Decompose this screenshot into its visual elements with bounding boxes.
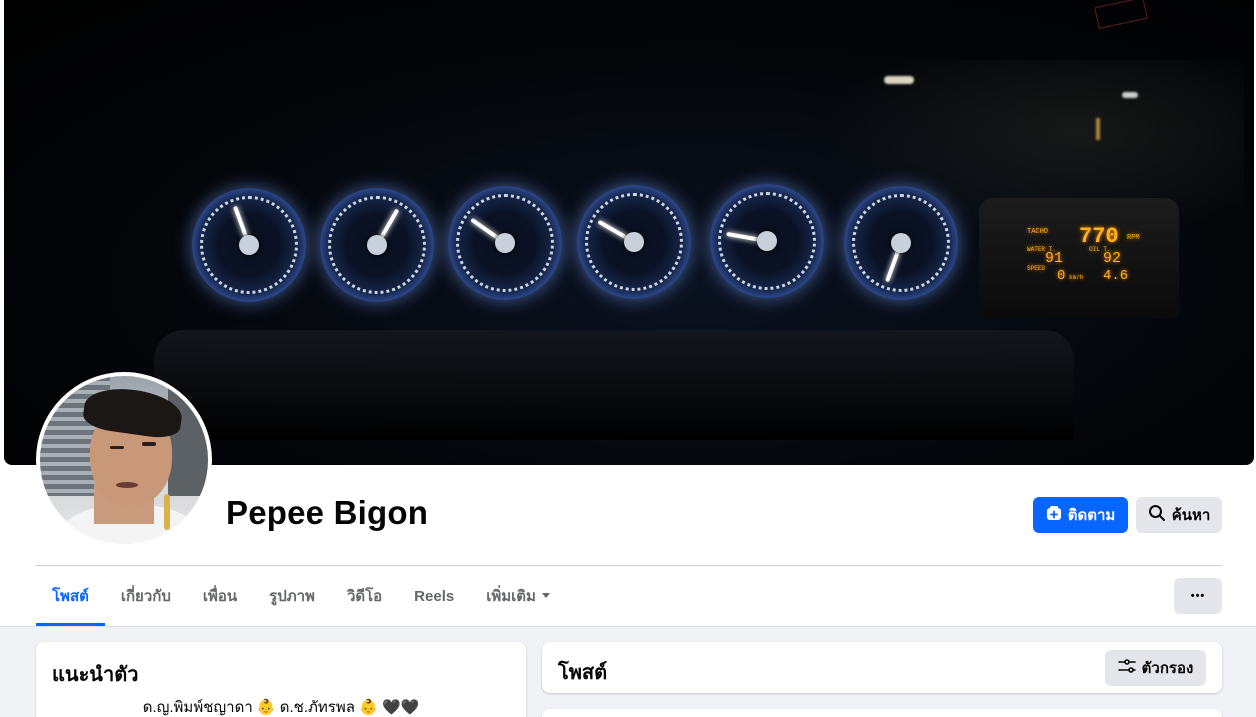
cover-street-light [1122,92,1138,98]
cover-street-light [884,76,914,84]
display-water-temp: 91 [1045,250,1064,267]
cover-street-light [1096,118,1100,140]
tab-label: โพสต์ [52,588,89,605]
caret-down-icon [540,588,552,605]
display-oil-pressure: 4.6 [1103,268,1129,284]
profile-header: TACHO 770 RPM WATER T. OIL T. 91 92 SPEE… [0,0,1256,626]
search-button[interactable]: ค้นหา [1136,497,1222,533]
tab-label: เพื่อน [202,588,238,605]
person-add-icon [1046,505,1062,525]
gauge [192,188,306,302]
search-icon [1148,504,1166,526]
gauge [710,184,824,298]
posts-header-card: โพสต์ ตัวกรอง [542,642,1222,693]
posts-title: โพสต์ [558,662,608,684]
tab-label: เพิ่มเติม [486,588,536,605]
tab-friends[interactable]: เพื่อน [187,566,253,626]
profile-tabs: โพสต์ เกี่ยวกับ เพื่อน รูปภาพ วิดีโอ Ree… [36,566,568,626]
tab-more[interactable]: เพิ่มเติม [470,566,568,626]
tab-label: วิดีโอ [346,588,383,605]
search-label: ค้นหา [1171,507,1211,524]
post-composer-card [542,709,1222,717]
tab-label: Reels [414,587,455,605]
more-dots-icon: ••• [1190,590,1206,602]
tab-photos[interactable]: รูปภาพ [253,566,331,626]
tab-about[interactable]: เกี่ยวกับ [105,566,187,626]
follow-label: ติดตาม [1067,507,1116,524]
header-shadow [0,626,1256,627]
tab-label: เกี่ยวกับ [120,588,171,605]
cover-red-sign [1094,0,1148,29]
gauge [577,185,691,299]
filter-button[interactable]: ตัวกรอง [1105,650,1206,686]
more-options-button[interactable]: ••• [1174,578,1222,614]
gauge [320,188,434,302]
avatar-photo[interactable] [40,376,208,544]
profile-avatar[interactable] [36,372,212,548]
cover-dashboard [154,330,1074,440]
display-speed-label: SPEED [1027,265,1046,272]
intro-bio: ด.ญ.พิมพ์ชญาดา 👶 ด.ช.ภัทรพล 👶 🖤🖤 [142,699,420,716]
filter-icon [1117,658,1136,678]
display-rpm-unit: RPM [1127,234,1140,242]
intro-card: แนะนำตัว ด.ญ.พิมพ์ชญาดา 👶 ด.ช.ภัทรพล 👶 🖤… [36,642,526,717]
intro-title: แนะนำตัว [52,664,139,686]
tab-reels[interactable]: Reels [398,566,470,626]
display-speed-unit: km/h [1069,274,1084,281]
display-oil-temp: 92 [1103,250,1122,267]
display-speed: 0 [1057,268,1066,284]
gauge [844,186,958,300]
follow-button[interactable]: ติดตาม [1033,497,1128,533]
tab-posts[interactable]: โพสต์ [36,566,105,626]
tab-label: รูปภาพ [269,588,315,605]
display-tacho-label: TACHO [1027,228,1049,236]
filter-label: ตัวกรอง [1141,660,1194,677]
digital-display: TACHO 770 RPM WATER T. OIL T. 91 92 SPEE… [979,198,1179,318]
gauge [448,186,562,300]
tab-videos[interactable]: วิดีโอ [331,566,398,626]
profile-name: Pepee Bigon [226,494,429,531]
